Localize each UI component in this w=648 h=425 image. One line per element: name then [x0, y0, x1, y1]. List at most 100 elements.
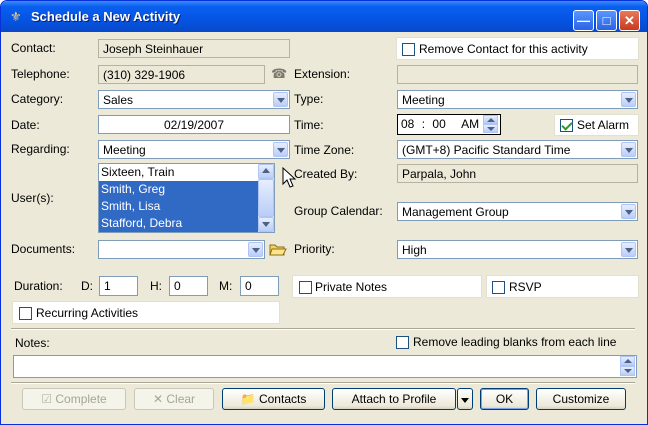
notes-textarea[interactable]: [13, 355, 637, 378]
chevron-down-icon: [487, 127, 495, 131]
contact-label: Contact:: [11, 41, 56, 55]
divider: [11, 382, 635, 384]
scroll-down-button[interactable]: [258, 217, 274, 232]
users-label: User(s):: [11, 191, 54, 205]
chevron-down-icon[interactable]: [273, 142, 288, 157]
list-item[interactable]: Smith, Greg: [99, 181, 259, 198]
notes-label: Notes:: [15, 336, 50, 350]
time-zone-label: Time Zone:: [294, 143, 355, 157]
remove-blanks-label: Remove leading blanks from each line: [413, 335, 617, 349]
rsvp-label: RSVP: [509, 280, 542, 294]
attach-dropdown-button[interactable]: [457, 388, 473, 410]
customize-button[interactable]: Customize: [536, 388, 626, 410]
clear-x-icon: ✕: [152, 392, 164, 406]
regarding-value: Meeting: [103, 143, 146, 157]
time-label: Time:: [294, 118, 324, 132]
complete-check-icon: ☑: [41, 392, 53, 406]
set-alarm-checkbox[interactable]: [560, 119, 573, 132]
chevron-down-icon[interactable]: [248, 242, 263, 257]
category-label: Category:: [11, 92, 64, 106]
type-value: Meeting: [402, 93, 445, 107]
time-separator: :: [421, 117, 426, 131]
type-label: Type:: [294, 92, 324, 106]
regarding-select[interactable]: Meeting: [98, 140, 290, 159]
documents-label: Documents:: [11, 242, 76, 256]
contacts-button[interactable]: 📁 Contacts: [222, 388, 325, 410]
duration-minutes-input[interactable]: 0: [240, 276, 279, 296]
form-area: Contact: Telephone: Category: Date: Rega…: [5, 32, 643, 422]
title-bar[interactable]: ⚜ Schedule a New Activity — □ ✕: [1, 1, 647, 32]
telephone-field: (310) 329-1906: [98, 65, 265, 84]
attach-to-profile-button[interactable]: Attach to Profile: [332, 388, 456, 410]
time-hour[interactable]: 08: [401, 117, 414, 131]
scroll-thumb[interactable]: [258, 179, 274, 217]
duration-hours-input[interactable]: 0: [169, 276, 208, 296]
list-item[interactable]: Sixteen, Train: [99, 164, 259, 181]
recurring-checkbox[interactable]: [19, 307, 32, 320]
schedule-activity-window: ⚜ Schedule a New Activity — □ ✕ Contact:…: [0, 0, 648, 425]
close-icon: ✕: [624, 13, 635, 28]
group-calendar-value: Management Group: [402, 205, 509, 219]
private-notes-checkbox[interactable]: [299, 281, 312, 294]
rsvp-checkbox[interactable]: [492, 281, 505, 294]
time-ampm[interactable]: AM: [461, 117, 479, 131]
recurring-label: Recurring Activities: [36, 306, 139, 320]
group-calendar-label: Group Calendar:: [294, 204, 383, 218]
duration-h-label: H:: [150, 279, 162, 293]
extension-field: [397, 65, 638, 84]
chevron-down-icon: [461, 398, 469, 403]
users-scrollbar[interactable]: [258, 164, 274, 232]
activity-app-icon: ⚜: [10, 9, 22, 24]
date-field[interactable]: 02/19/2007: [98, 115, 290, 134]
remove-blanks-checkbox[interactable]: [396, 336, 409, 349]
minimize-button[interactable]: —: [573, 10, 594, 31]
duration-label: Duration:: [14, 279, 63, 293]
users-listbox[interactable]: Sixteen, Train Smith, Greg Smith, Lisa S…: [98, 163, 275, 233]
folder-icon: 📁: [240, 392, 256, 406]
clear-button[interactable]: ✕ Clear: [134, 388, 214, 410]
list-item[interactable]: Stafford, Debra: [99, 215, 259, 232]
date-label: Date:: [11, 118, 40, 132]
category-select[interactable]: Sales: [98, 90, 290, 109]
chevron-down-icon[interactable]: [621, 204, 636, 219]
private-notes-label: Private Notes: [315, 280, 388, 294]
chevron-down-icon[interactable]: [621, 242, 636, 257]
documents-select[interactable]: [98, 240, 265, 259]
private-notes-panel: Private Notes: [292, 275, 482, 298]
time-zone-select[interactable]: (GMT+8) Pacific Standard Time: [397, 140, 638, 159]
type-select[interactable]: Meeting: [397, 90, 638, 109]
extension-label: Extension:: [294, 67, 351, 81]
group-calendar-select[interactable]: Management Group: [397, 202, 638, 221]
time-minute[interactable]: 00: [432, 117, 445, 131]
divider: [11, 328, 635, 330]
category-value: Sales: [103, 93, 134, 107]
chevron-down-icon[interactable]: [621, 142, 636, 157]
duration-m-label: M:: [219, 279, 233, 293]
created-by-field: Parpala, John: [397, 164, 638, 183]
maximize-button[interactable]: □: [596, 10, 617, 31]
time-spin-down[interactable]: [483, 124, 498, 133]
phone-dial-icon[interactable]: ☎: [271, 67, 287, 80]
priority-value: High: [402, 243, 427, 257]
folder-open-icon[interactable]: [269, 242, 287, 257]
scroll-up-button[interactable]: [258, 164, 274, 179]
rsvp-panel: RSVP: [486, 275, 639, 298]
remove-contact-label: Remove Contact for this activity: [419, 42, 588, 56]
remove-contact-checkbox[interactable]: [402, 43, 415, 56]
set-alarm-label: Set Alarm: [577, 118, 630, 132]
complete-button[interactable]: ☑ Complete: [22, 388, 126, 410]
maximize-icon: □: [602, 13, 611, 28]
list-item[interactable]: Smith, Lisa: [99, 198, 259, 215]
notes-scroll-up[interactable]: [620, 356, 635, 366]
ok-button[interactable]: OK: [480, 388, 529, 410]
priority-select[interactable]: High: [397, 240, 638, 259]
notes-scroll-down[interactable]: [620, 366, 635, 376]
time-spin-up[interactable]: [483, 115, 498, 124]
chevron-down-icon[interactable]: [273, 92, 288, 107]
chevron-down-icon: [624, 369, 632, 373]
minimize-icon: —: [577, 13, 590, 28]
regarding-label: Regarding:: [11, 142, 70, 156]
close-button[interactable]: ✕: [619, 10, 640, 31]
chevron-down-icon[interactable]: [621, 92, 636, 107]
duration-days-input[interactable]: 1: [99, 276, 138, 296]
